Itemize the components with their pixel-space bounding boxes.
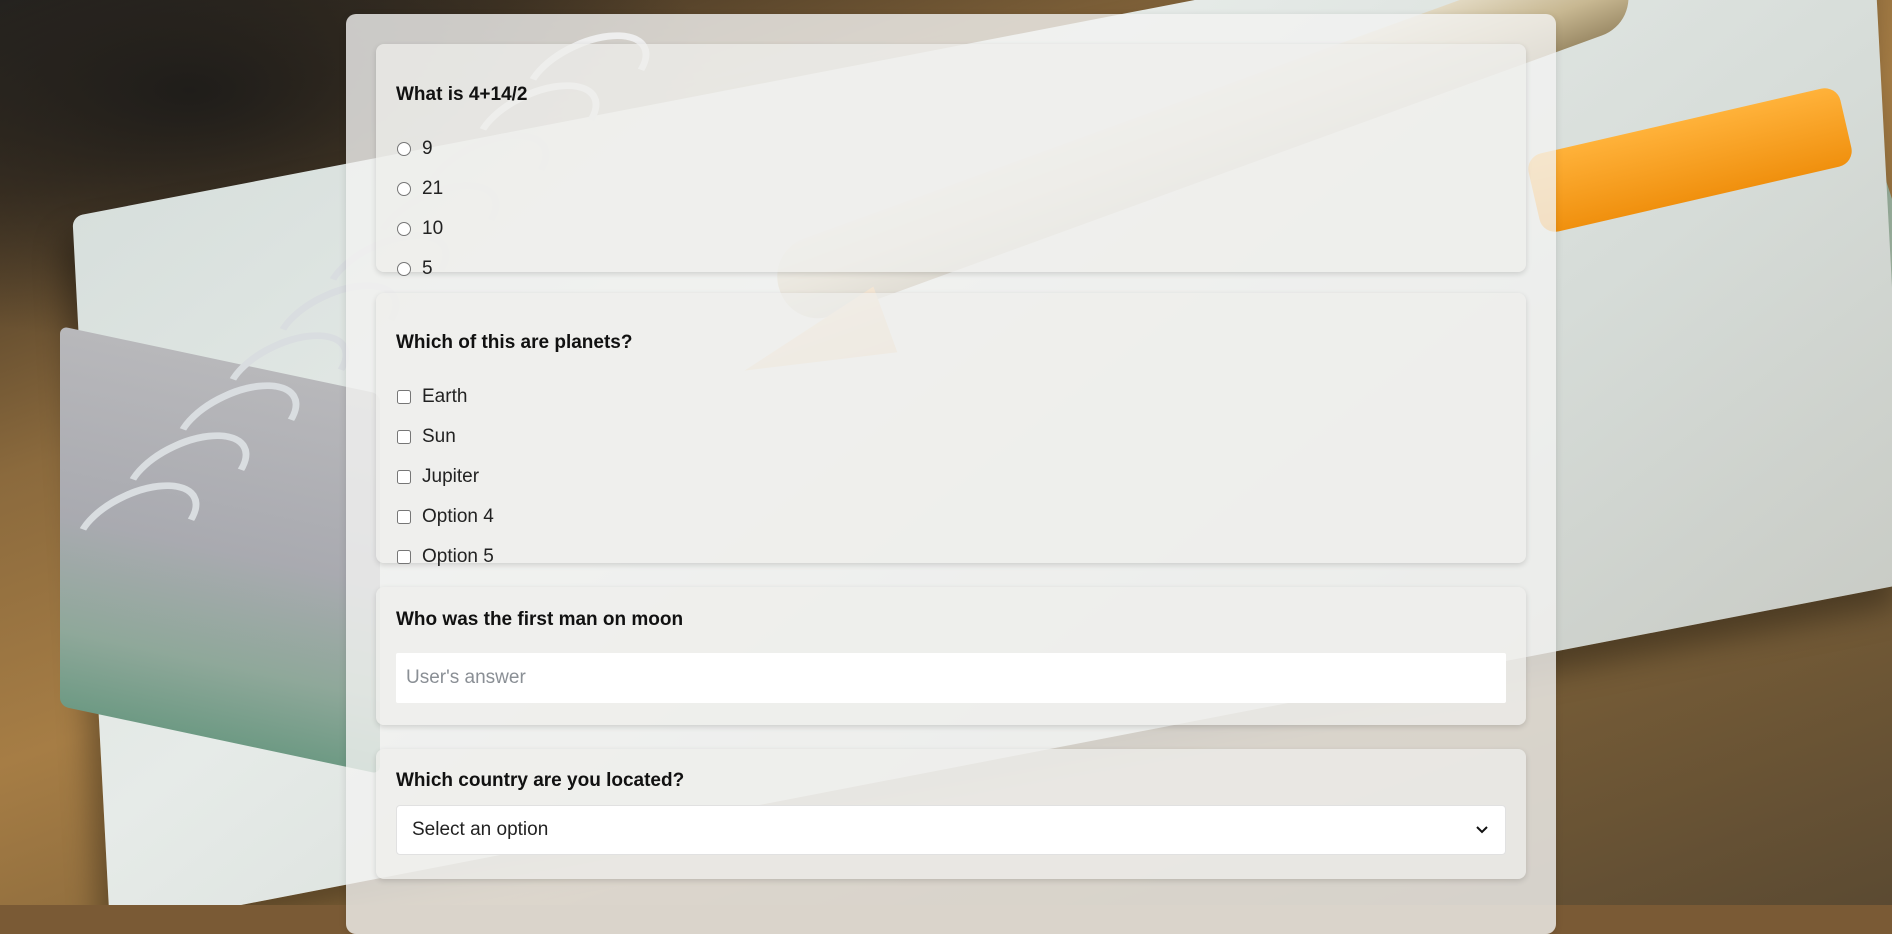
question-card-text: Who was the first man on moon bbox=[376, 587, 1526, 725]
select-value: Select an option bbox=[412, 819, 549, 840]
radio-option[interactable]: 5 bbox=[396, 256, 433, 282]
question-title: What is 4+14/2 bbox=[396, 84, 528, 105]
checkbox[interactable] bbox=[397, 390, 411, 404]
checkbox-option[interactable]: Sun bbox=[396, 424, 456, 450]
question-title: Which country are you located? bbox=[396, 770, 685, 791]
checkbox[interactable] bbox=[397, 430, 411, 444]
option-label: Sun bbox=[422, 426, 456, 447]
question-title: Who was the first man on moon bbox=[396, 609, 684, 630]
question-card-radio: What is 4+14/2 9 21 10 5 bbox=[376, 44, 1526, 279]
checkbox-option[interactable]: Option 5 bbox=[396, 544, 494, 570]
option-label: Option 4 bbox=[422, 506, 494, 527]
checkbox-option[interactable]: Earth bbox=[396, 384, 467, 410]
chevron-down-icon bbox=[1474, 822, 1490, 838]
option-label: 9 bbox=[422, 138, 433, 159]
radio-option[interactable]: 21 bbox=[396, 176, 443, 202]
option-label: Earth bbox=[422, 386, 468, 407]
answer-input[interactable] bbox=[396, 653, 1506, 703]
option-label: Option 5 bbox=[422, 546, 494, 567]
checkbox[interactable] bbox=[397, 550, 411, 564]
form-panel: What is 4+14/2 9 21 10 5 Which of this a… bbox=[346, 14, 1556, 934]
radio-button[interactable] bbox=[397, 142, 411, 156]
question-title: Which of this are planets? bbox=[396, 332, 633, 353]
radio-button[interactable] bbox=[397, 222, 411, 236]
country-select[interactable]: Select an option bbox=[396, 805, 1506, 855]
option-label: Jupiter bbox=[422, 466, 480, 487]
checkbox-option[interactable]: Option 4 bbox=[396, 504, 494, 530]
radio-button[interactable] bbox=[397, 262, 411, 276]
checkbox[interactable] bbox=[397, 510, 411, 524]
option-label: 10 bbox=[422, 218, 444, 239]
option-label: 5 bbox=[422, 258, 433, 279]
radio-option[interactable]: 9 bbox=[396, 136, 433, 162]
option-label: 21 bbox=[422, 178, 444, 199]
question-card-checkbox: Which of this are planets? Earth Sun Jup… bbox=[376, 293, 1526, 567]
radio-button[interactable] bbox=[397, 182, 411, 196]
checkbox-option[interactable]: Jupiter bbox=[396, 464, 479, 490]
radio-option[interactable]: 10 bbox=[396, 216, 443, 242]
question-card-select: Which country are you located? Select an… bbox=[376, 749, 1526, 879]
checkbox[interactable] bbox=[397, 470, 411, 484]
